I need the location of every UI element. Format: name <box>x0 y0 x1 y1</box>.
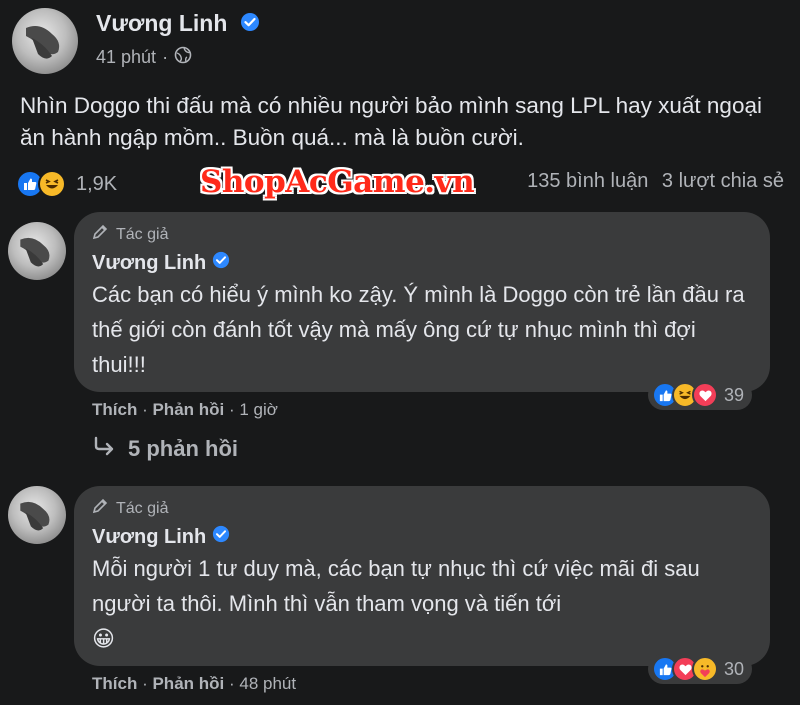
action-separator: · <box>228 674 240 693</box>
meta-separator: · <box>162 47 169 67</box>
author-tag-label: Tác giả <box>116 225 169 243</box>
reply-link[interactable]: Phản hồi <box>152 400 224 419</box>
haha-icon[interactable] <box>38 170 66 198</box>
comment-text: Các bạn có hiểu ý mình ko zậy. Ý mình là… <box>92 282 745 377</box>
comment-text-body: Mỗi người 1 tư duy mà, các bạn tự nhục t… <box>92 556 700 616</box>
post-time[interactable]: 41 phút <box>96 47 156 68</box>
author-tag: Tác giả <box>92 224 752 245</box>
comments-count[interactable]: 135 bình luận <box>527 170 648 192</box>
comment-bubble: Tác giả Vương Linh Các bạn có hiểu ý mìn… <box>74 212 770 392</box>
post-author-name-text[interactable]: Vương Linh <box>96 10 227 36</box>
comment-actions: Thích · Phản hồi · 1 giờ <box>92 400 278 420</box>
watermark-logo: ShopAcGame.vn <box>200 164 475 200</box>
comment-author[interactable]: Vương Linh <box>92 525 752 549</box>
globe-icon[interactable] <box>174 46 192 69</box>
author-tag: Tác giả <box>92 498 752 519</box>
grinning-emoji: 😀 <box>92 626 115 651</box>
comment-reaction-count: 39 <box>724 384 745 405</box>
comment-avatar[interactable] <box>8 486 66 544</box>
verified-icon <box>240 11 260 38</box>
pencil-icon <box>92 498 110 519</box>
comment-author[interactable]: Vương Linh <box>92 251 752 275</box>
comment-avatar[interactable] <box>8 222 66 280</box>
action-separator: · <box>142 674 153 693</box>
comment-reactions[interactable]: 39 <box>648 380 753 410</box>
post-reaction-count[interactable]: 1,9K <box>76 173 117 196</box>
reply-arrow-icon <box>92 436 116 462</box>
view-replies-link[interactable]: 5 phản hồi <box>92 436 238 462</box>
reply-link[interactable]: Phản hồi <box>152 674 224 693</box>
like-link[interactable]: Thích <box>92 400 137 419</box>
comment-author-name[interactable]: Vương Linh <box>92 252 206 275</box>
verified-icon <box>212 525 230 549</box>
action-separator: · <box>142 400 153 419</box>
comment-time[interactable]: 1 giờ <box>239 400 278 419</box>
comment-text: Mỗi người 1 tư duy mà, các bạn tự nhục t… <box>92 551 752 656</box>
post-author-avatar[interactable] <box>12 8 78 74</box>
shares-count[interactable]: 3 lượt chia sẻ <box>662 170 784 192</box>
author-tag-label: Tác giả <box>116 499 169 517</box>
replies-count-label[interactable]: 5 phản hồi <box>128 436 238 462</box>
post-text: Nhìn Doggo thi đấu mà có nhiều người bảo… <box>20 93 762 150</box>
care-icon <box>692 656 718 682</box>
verified-icon <box>212 251 230 275</box>
post-author-name[interactable]: Vương Linh <box>96 10 260 38</box>
action-separator: · <box>228 400 240 419</box>
comment-author-name[interactable]: Vương Linh <box>92 526 206 549</box>
love-icon <box>692 382 718 408</box>
pencil-icon <box>92 224 110 245</box>
like-link[interactable]: Thích <box>92 674 137 693</box>
post-stats: 135 bình luận 3 lượt chia sẻ <box>527 170 784 193</box>
post-meta: 41 phút · <box>96 46 192 69</box>
comment-reactions[interactable]: 30 <box>648 654 753 684</box>
comment-reaction-count: 30 <box>724 658 745 679</box>
comment-actions: Thích · Phản hồi · 48 phút <box>92 674 296 694</box>
comment-bubble: Tác giả Vương Linh Mỗi người 1 tư duy mà… <box>74 486 770 666</box>
comment-time[interactable]: 48 phút <box>239 674 296 693</box>
